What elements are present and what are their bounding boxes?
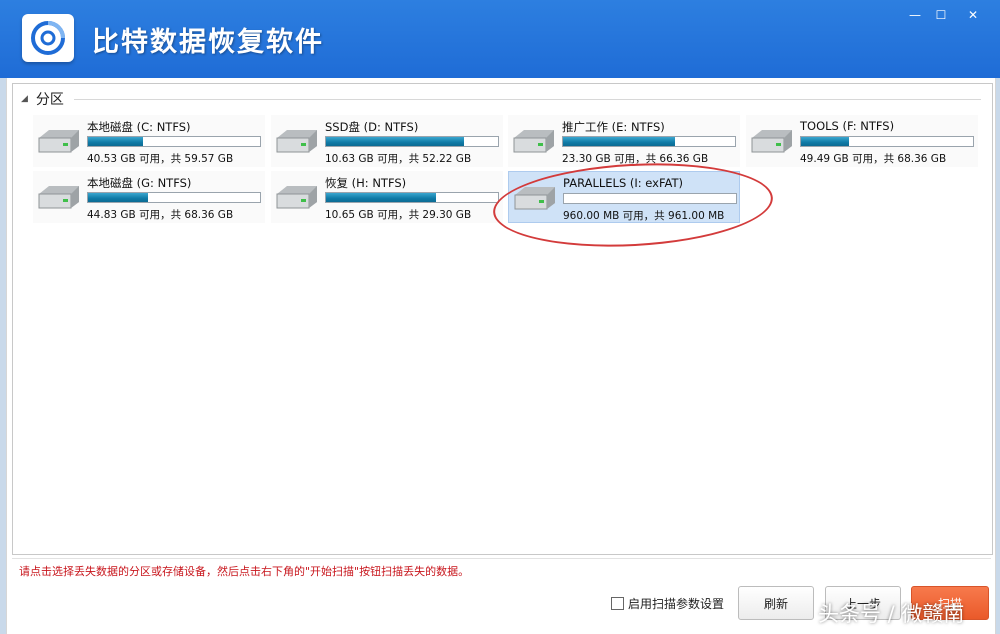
maximize-icon: ☐ [935,8,947,22]
usage-bar-fill [326,137,464,146]
maximize-button[interactable]: ☐ [926,2,956,28]
hard-disk-icon [37,184,81,213]
scan-button[interactable]: 扫描 [911,586,989,620]
partition-stat: 10.63 GB 可用，共 52.22 GB [325,153,472,165]
partition-name: SSD盘 (D: NTFS) [325,120,419,134]
partition-panel: ◢ 分区 本地磁盘 (C: NTFS) 40.53 GB 可用，共 59.57 … [12,83,993,555]
usage-bar [325,192,499,203]
hard-disk-icon [512,128,556,157]
partition-stat: 23.30 GB 可用，共 66.36 GB [562,153,709,165]
usage-bar [800,136,974,147]
usage-bar [325,136,499,147]
group-divider [73,98,981,100]
partition-stat: 49.49 GB 可用，共 68.36 GB [800,153,947,165]
refresh-label: 刷新 [763,596,788,611]
partition-name: 本地磁盘 (G: NTFS) [87,176,192,190]
usage-bar-fill [88,137,144,146]
hard-disk-icon [275,184,319,213]
scan-label: 扫描 [937,596,962,611]
usage-bar-fill [326,193,437,202]
partition-stat: 10.65 GB 可用，共 29.30 GB [325,209,472,221]
main-content: ◢ 分区 本地磁盘 (C: NTFS) 40.53 GB 可用，共 59.57 … [6,78,996,634]
hard-disk-icon [513,185,557,214]
app-title: 比特数据恢复软件 [92,27,324,58]
partition-i[interactable]: PARALLELS (I: exFAT) 960.00 MB 可用，共 961.… [508,171,740,223]
usage-bar-fill [801,137,850,146]
partition-name: 本地磁盘 (C: NTFS) [87,120,191,134]
partition-c[interactable]: 本地磁盘 (C: NTFS) 40.53 GB 可用，共 59.57 GB [33,115,265,167]
partition-name: 恢复 (H: NTFS) [325,176,407,190]
divider [12,558,991,559]
partition-name: TOOLS (F: NTFS) [800,119,895,133]
hard-disk-icon [37,128,81,157]
usage-bar [87,192,261,203]
checkbox-label: 启用扫描参数设置 [628,597,725,611]
prev-step-label: 上一步 [844,596,881,611]
usage-bar-fill [563,137,675,146]
title-bar: 比特数据恢复软件 — ☐ ✕ [0,0,1000,78]
partition-f[interactable]: TOOLS (F: NTFS) 49.49 GB 可用，共 68.36 GB [746,115,978,167]
partition-d[interactable]: SSD盘 (D: NTFS) 10.63 GB 可用，共 52.22 GB [271,115,503,167]
usage-bar-fill [88,193,149,202]
usage-bar [87,136,261,147]
partition-h[interactable]: 恢复 (H: NTFS) 10.65 GB 可用，共 29.30 GB [271,171,503,223]
minimize-icon: — [909,8,921,22]
usage-bar [563,193,737,204]
group-label: 分区 [35,92,64,108]
app-logo-icon [22,14,74,62]
partition-stat: 40.53 GB 可用，共 59.57 GB [87,153,234,165]
partition-e[interactable]: 推广工作 (E: NTFS) 23.30 GB 可用，共 66.36 GB [508,115,740,167]
hard-disk-icon [750,128,794,157]
prev-step-button[interactable]: 上一步 [825,586,901,620]
hard-disk-icon [275,128,319,157]
instruction-hint: 请点击选择丢失数据的分区或存储设备，然后点击右下角的"开始扫描"按钮扫描丢失的数… [19,565,470,578]
partition-g[interactable]: 本地磁盘 (G: NTFS) 44.83 GB 可用，共 68.36 GB [33,171,265,223]
partition-stat: 960.00 MB 可用，共 961.00 MB [563,210,725,222]
refresh-button[interactable]: 刷新 [738,586,814,620]
collapse-triangle-icon[interactable]: ◢ [21,94,28,104]
partition-group-header[interactable]: ◢ 分区 [21,90,981,108]
close-icon: ✕ [967,8,979,22]
partition-name: PARALLELS (I: exFAT) [563,176,684,190]
partition-name: 推广工作 (E: NTFS) [562,120,665,134]
checkbox-box[interactable] [611,597,624,610]
partition-stat: 44.83 GB 可用，共 68.36 GB [87,209,234,221]
close-button[interactable]: ✕ [958,2,988,28]
scan-params-checkbox[interactable]: 启用扫描参数设置 [611,595,724,612]
usage-bar [562,136,736,147]
